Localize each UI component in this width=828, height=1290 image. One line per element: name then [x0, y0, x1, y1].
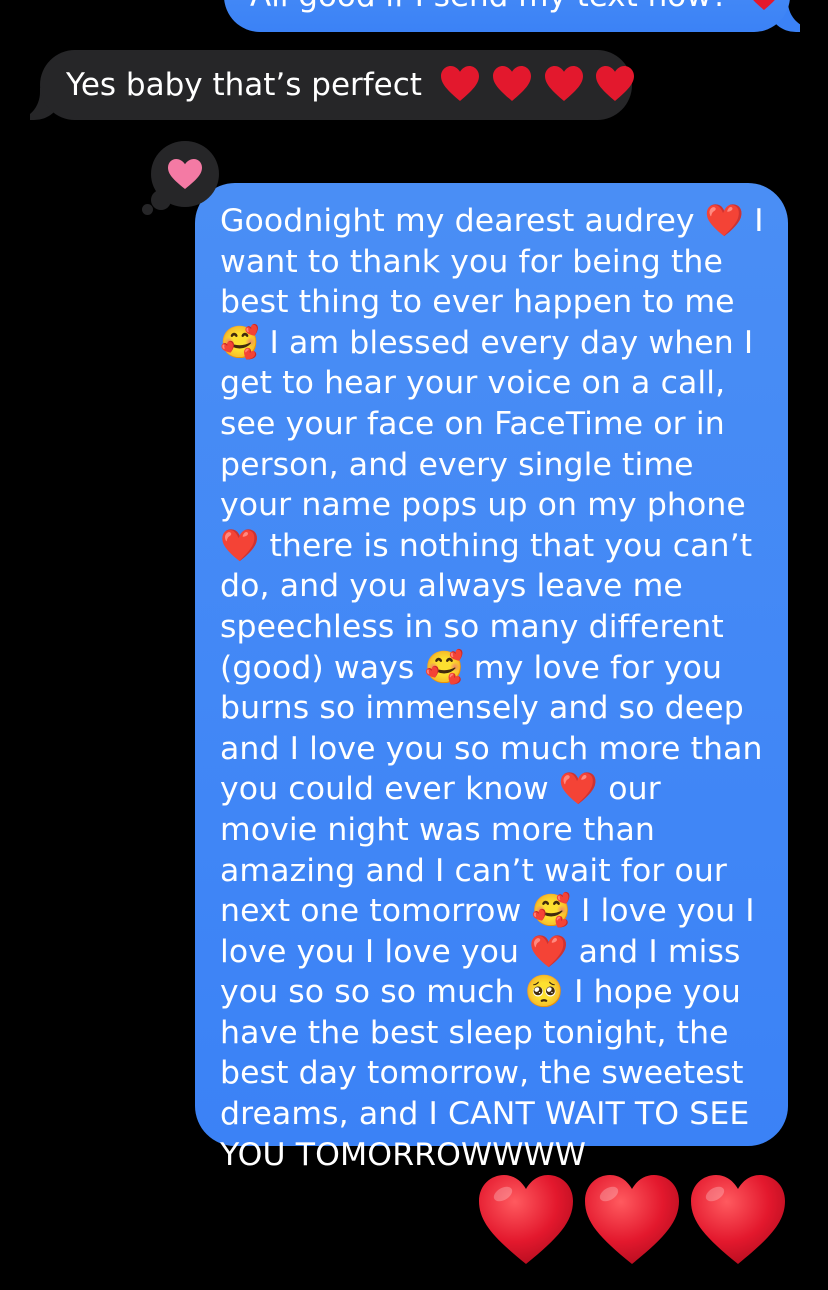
red-heart-icon — [492, 66, 531, 101]
smiling-face-with-hearts-icon: 🥰 — [220, 324, 260, 361]
message-text-seg-4: I am blessed every day when I get to hea… — [220, 324, 754, 524]
red-heart-icon — [753, 0, 775, 10]
tapback-bubble-dot — [142, 204, 153, 215]
outgoing-message-main[interactable]: Goodnight my dearest audrey ❤️ I want to… — [195, 183, 788, 1173]
red-heart-icon: ❤️ — [220, 527, 260, 564]
red-heart-icon — [596, 66, 635, 101]
red-heart-icon — [479, 1175, 573, 1264]
red-heart-icon: ❤️ — [558, 771, 599, 808]
messages-screen: All good if I send my text now? Yes baby… — [0, 0, 828, 1290]
red-heart-icon: ❤️ — [704, 203, 745, 239]
pink-heart-icon — [168, 159, 202, 189]
pleading-face-icon: 🥺 — [524, 974, 565, 1011]
red-heart-icon: ❤️ — [529, 933, 569, 970]
message-text: All good if I send my text now? — [250, 0, 728, 14]
smiling-face-with-hearts-icon: 🥰 — [424, 649, 464, 686]
red-heart-icon — [691, 1175, 785, 1264]
red-heart-icon — [585, 1175, 679, 1264]
big-emoji-message[interactable] — [476, 1170, 796, 1280]
emoji-group — [440, 66, 636, 103]
red-heart-icon — [544, 66, 583, 101]
red-heart-icon — [440, 66, 479, 101]
message-text: Yes baby that’s perfect — [66, 67, 422, 103]
message-text-seg-0: Goodnight my dearest audrey — [220, 203, 705, 239]
smiling-face-with-hearts-icon: 🥰 — [531, 893, 571, 930]
incoming-message[interactable]: Yes baby that’s perfect — [40, 50, 635, 120]
outgoing-message-top[interactable]: All good if I send my text now? — [224, 0, 790, 32]
